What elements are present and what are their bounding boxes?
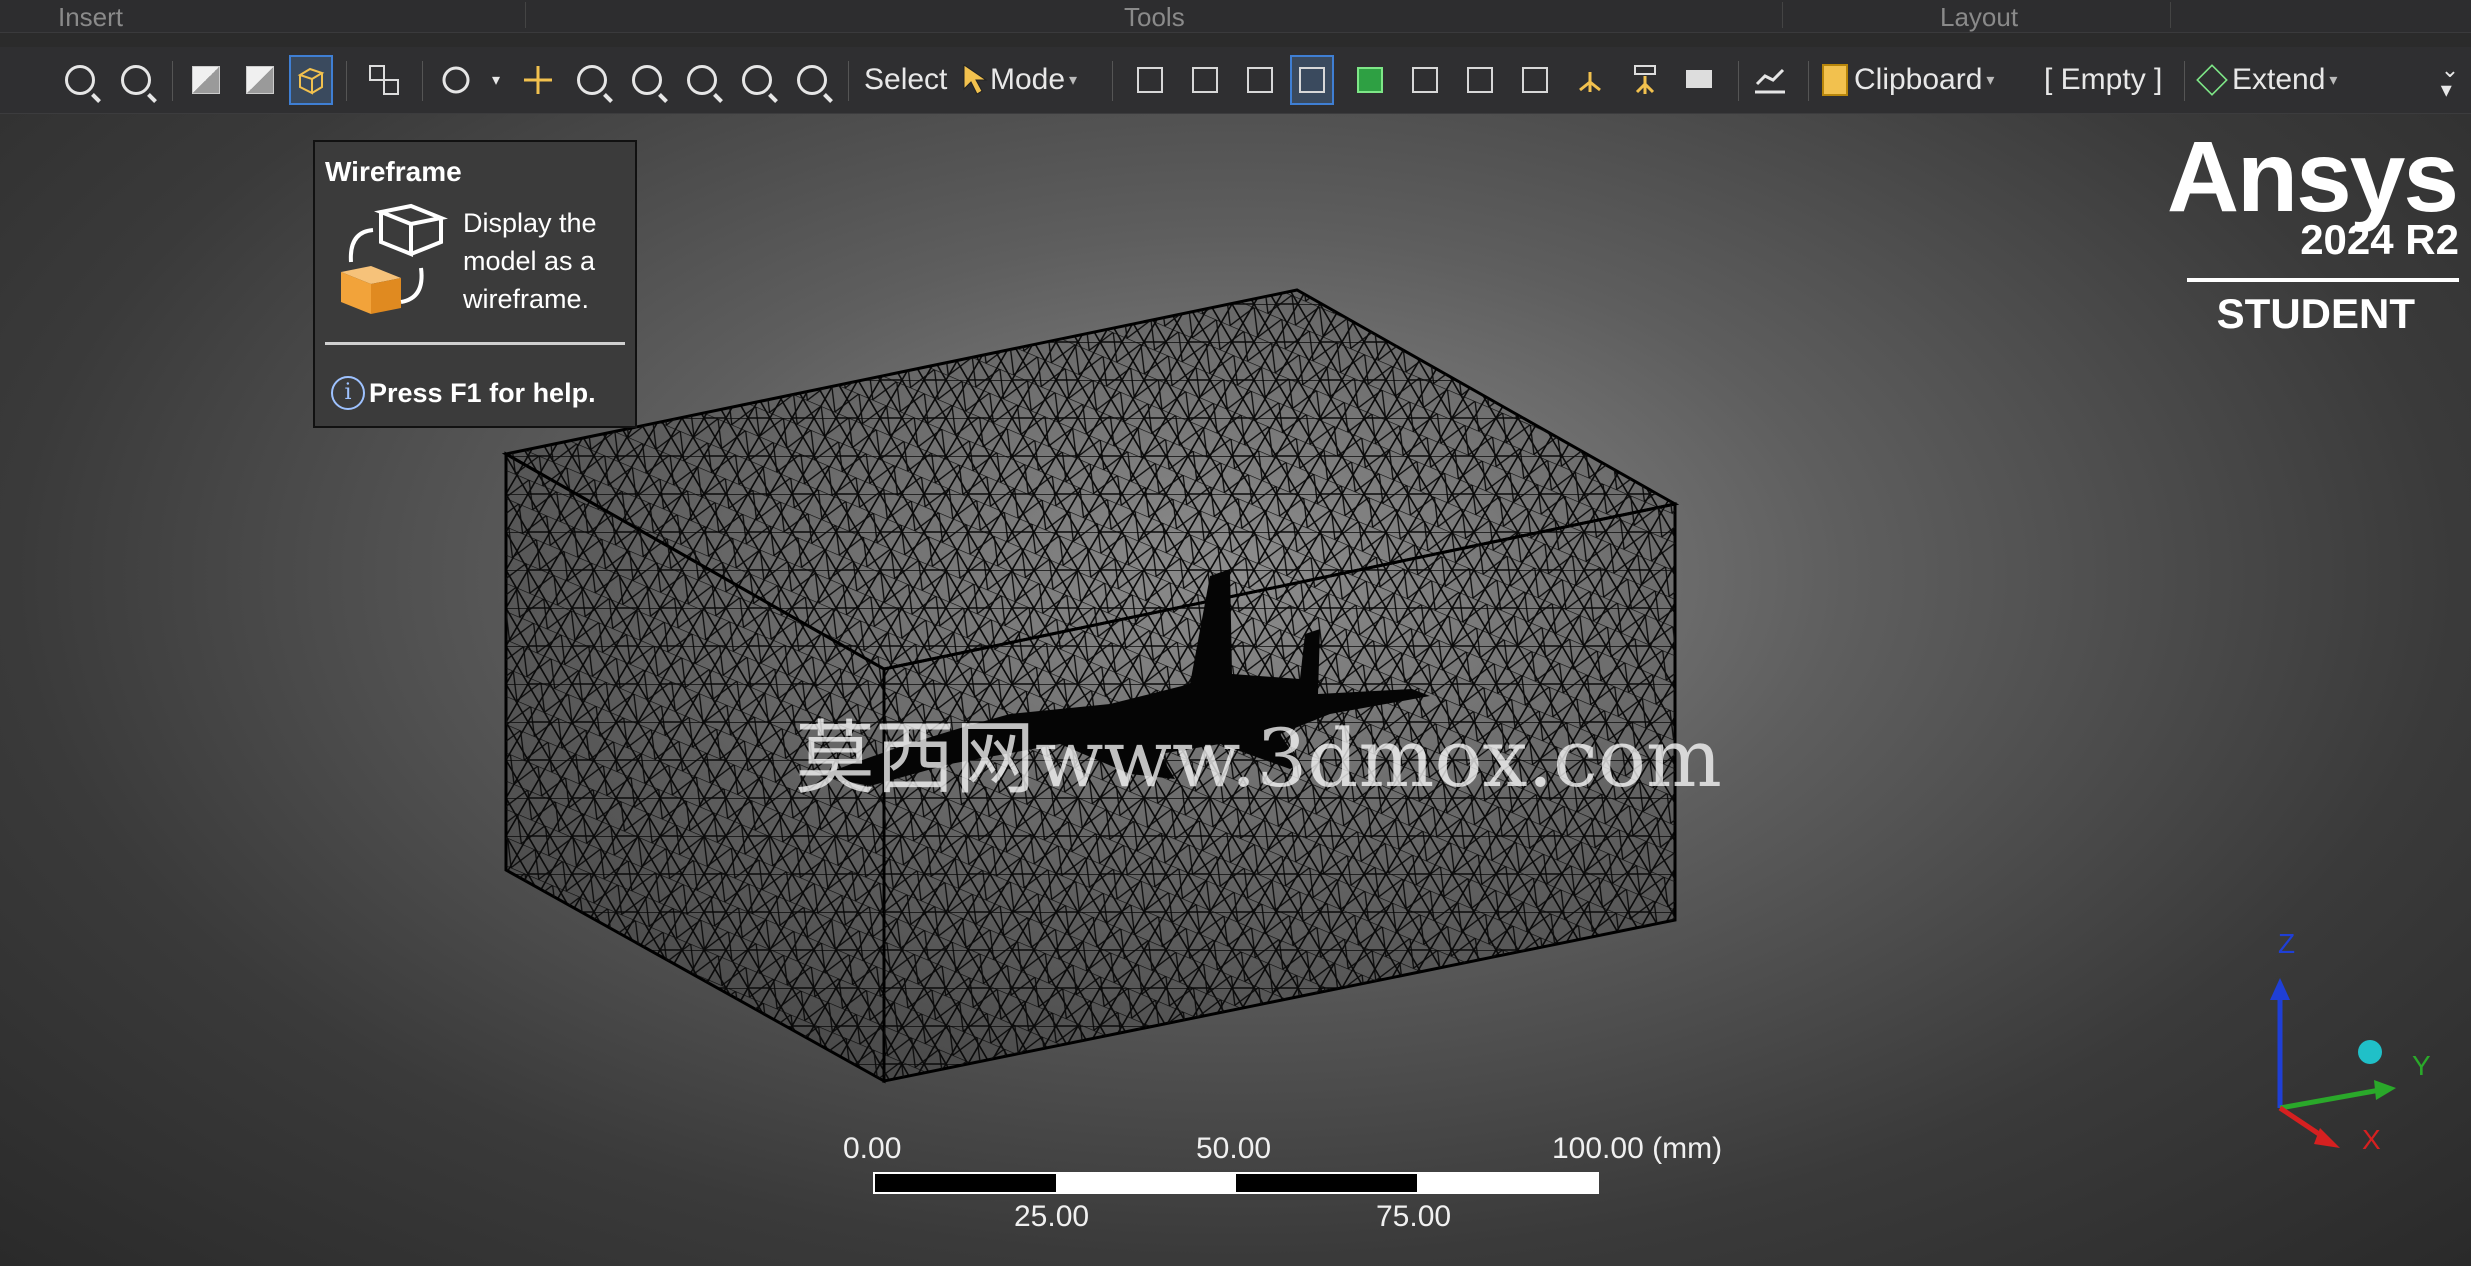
- group-label-insert[interactable]: Insert: [58, 2, 123, 33]
- tooltip-title: Wireframe: [325, 156, 462, 187]
- group-separator: [2170, 2, 2171, 28]
- toolbar-separator: [848, 61, 849, 101]
- watermark-text: 莫西网www.3dmox.com: [795, 712, 1722, 805]
- group-separator: [1782, 2, 1783, 28]
- scale-label-25: 25.00: [1014, 1200, 1090, 1233]
- group-label-tools[interactable]: Tools: [1124, 2, 1185, 33]
- select-mesh-icon[interactable]: [1623, 55, 1667, 105]
- scale-label-50: 50.00: [1196, 1132, 1272, 1165]
- cursor-icon: [963, 64, 988, 95]
- select-edge-icon[interactable]: [1290, 55, 1334, 105]
- toolbar-separator: [1112, 61, 1113, 101]
- mode-dropdown[interactable]: Mode ▾: [960, 55, 1077, 105]
- zoom-out-icon[interactable]: [790, 55, 834, 105]
- axis-z-label: Z: [2278, 928, 2296, 959]
- zoom-fit-all-icon[interactable]: [680, 55, 724, 105]
- zoom-fit-icon[interactable]: [114, 55, 158, 105]
- select-node-icon[interactable]: [1513, 55, 1557, 105]
- select-annotation-icon[interactable]: [1678, 55, 1722, 105]
- toolbar-separator: [346, 61, 347, 101]
- clipboard-empty-label: [ Empty ]: [2044, 63, 2163, 96]
- select-body-icon[interactable]: [1403, 55, 1447, 105]
- toolbar-separator: [2184, 61, 2185, 101]
- wireframe-large-icon: [341, 203, 448, 314]
- wireframe-icon[interactable]: [289, 55, 333, 105]
- wireframe-tooltip: Wireframe Display the model as a wirefra…: [313, 140, 637, 428]
- tooltip-description: Display the model as a wireframe.: [463, 208, 597, 314]
- select-single-icon[interactable]: [1183, 55, 1227, 105]
- shaded-solid-icon[interactable]: [184, 55, 228, 105]
- zoom-box-icon[interactable]: [625, 55, 669, 105]
- ribbon-group-header: Insert Tools Layout: [0, 0, 2471, 33]
- toolbar-overflow-icon[interactable]: ⌄ ▾: [2436, 55, 2464, 105]
- select-vertex-icon[interactable]: [1238, 55, 1282, 105]
- pan-icon[interactable]: [516, 55, 560, 105]
- graphics-toolbar: ▾ Select Mode ▾ Clipboard ▾ [ Empty ] Exte…: [0, 47, 2471, 114]
- clipboard-icon: [1822, 64, 1848, 96]
- select-element-icon[interactable]: [1458, 55, 1502, 105]
- scale-label-0: 0.00: [843, 1132, 902, 1165]
- extend-dropdown[interactable]: Extend ▾: [2196, 55, 2337, 105]
- rotate-dropdown-icon[interactable]: ▾: [486, 55, 506, 105]
- graph-icon[interactable]: [1748, 55, 1792, 105]
- logo-divider: [2187, 278, 2459, 282]
- clipboard-label: Clipboard: [1854, 63, 1983, 96]
- toolbar-separator: [172, 61, 173, 101]
- extend-label: Extend: [2232, 63, 2326, 96]
- toolbar-separator: [422, 61, 423, 101]
- axis-y-label: Y: [2412, 1050, 2431, 1081]
- mode-label: Mode: [990, 63, 1066, 96]
- axis-x-label: X: [2362, 1124, 2381, 1155]
- extend-icon: [2196, 64, 2228, 96]
- toolbar-separator: [1738, 61, 1739, 101]
- scale-label-75: 75.00: [1376, 1200, 1452, 1233]
- zoom-in-icon[interactable]: [735, 55, 779, 105]
- ansys-edition: STUDENT: [2216, 290, 2415, 337]
- select-face-icon[interactable]: [1348, 55, 1392, 105]
- scale-label-100: 100.00 (mm): [1552, 1132, 1723, 1165]
- axis-triad: [2270, 978, 2396, 1148]
- zoom-icon[interactable]: [570, 55, 614, 105]
- tooltip-divider: [325, 342, 625, 345]
- clipboard-dropdown[interactable]: Clipboard ▾: [1822, 55, 1994, 105]
- group-label-layout[interactable]: Layout: [1940, 2, 2018, 33]
- group-separator: [525, 2, 526, 28]
- shaded-edges-icon[interactable]: [238, 55, 282, 105]
- select-coordinate-icon[interactable]: [1568, 55, 1612, 105]
- toolbar-separator: [1808, 61, 1809, 101]
- view-split-icon[interactable]: [362, 55, 406, 105]
- zoom-extents-icon[interactable]: [58, 55, 102, 105]
- info-icon: i: [331, 376, 365, 410]
- rotate-icon[interactable]: [434, 55, 478, 105]
- select-button[interactable]: Select: [864, 55, 947, 105]
- tooltip-help-text: Press F1 for help.: [369, 378, 596, 408]
- select-box-icon[interactable]: [1128, 55, 1172, 105]
- ansys-version: 2024 R2: [2300, 216, 2459, 263]
- scale-bar: [873, 1172, 1599, 1194]
